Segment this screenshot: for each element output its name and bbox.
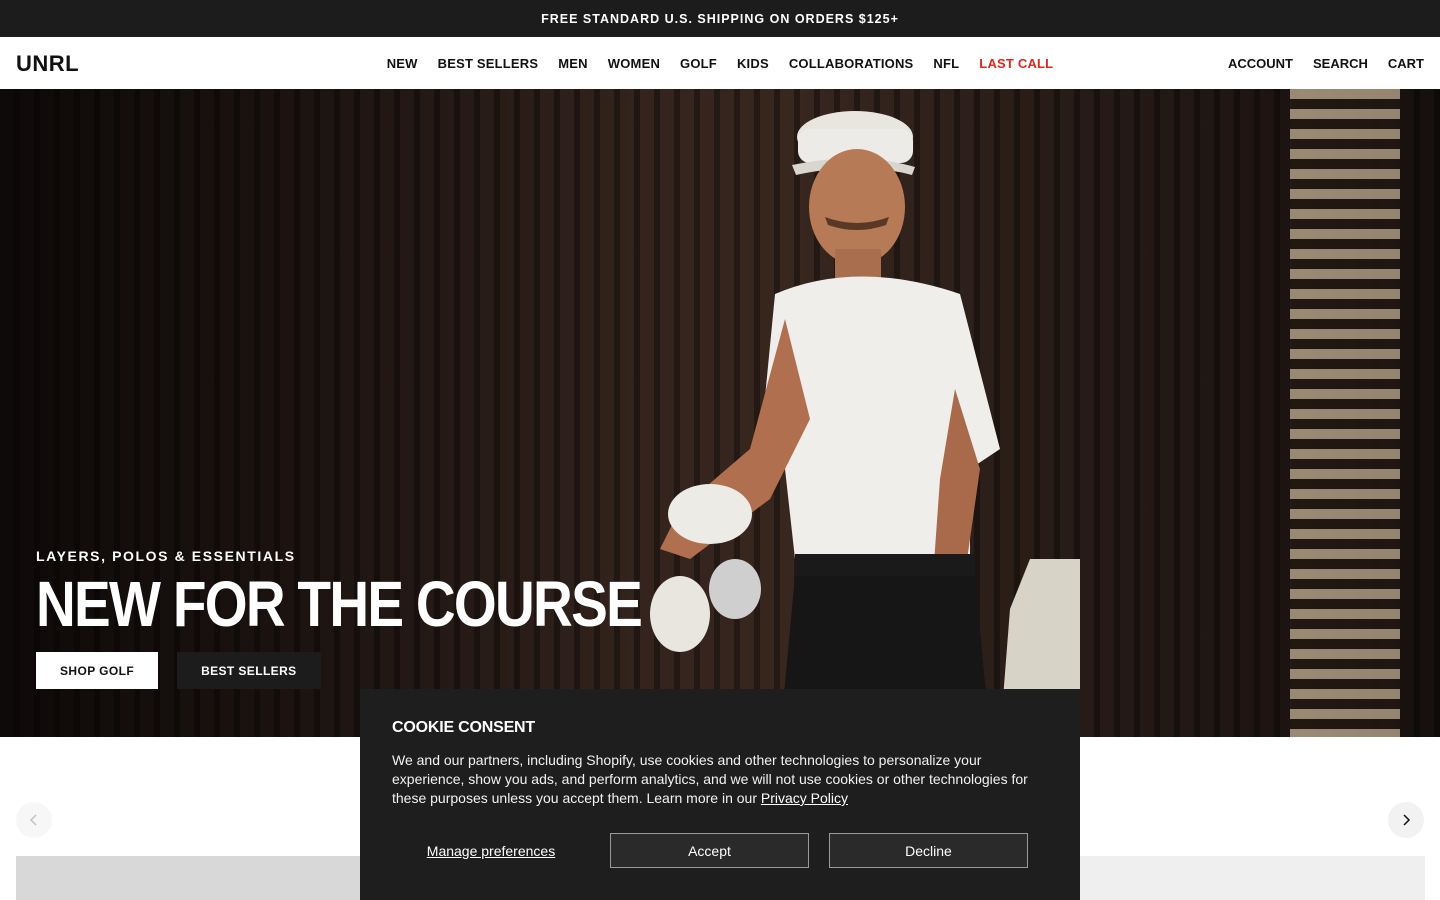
decline-button[interactable]: Decline: [829, 833, 1028, 868]
shop-golf-button[interactable]: SHOP GOLF: [36, 652, 159, 689]
search-link[interactable]: SEARCH: [1313, 56, 1368, 71]
chevron-left-icon: [29, 814, 37, 826]
nav-item-new[interactable]: NEW: [387, 56, 418, 71]
nav-item-nfl[interactable]: NFL: [933, 56, 959, 71]
hero-eyebrow: LAYERS, POLOS & ESSENTIALS: [36, 548, 296, 564]
privacy-policy-link[interactable]: Privacy Policy: [761, 790, 848, 806]
nav-item-golf[interactable]: GOLF: [680, 56, 717, 71]
cookie-consent-dialog: COOKIE CONSENT We and our partners, incl…: [360, 689, 1080, 900]
cookie-body: We and our partners, including Shopify, …: [392, 751, 1048, 808]
carousel-prev-button[interactable]: [16, 802, 52, 838]
cookie-title: COOKIE CONSENT: [392, 719, 535, 736]
nav-item-collaborations[interactable]: COLLABORATIONS: [789, 56, 914, 71]
hero-banner: LAYERS, POLOS & ESSENTIALS NEW FOR THE C…: [0, 89, 1440, 737]
manage-preferences-link[interactable]: Manage preferences: [392, 843, 590, 859]
chevron-right-icon: [1403, 814, 1411, 826]
cookie-body-text: We and our partners, including Shopify, …: [392, 752, 1028, 806]
nav-item-kids[interactable]: KIDS: [737, 56, 769, 71]
product-tile-right[interactable]: [1070, 856, 1425, 900]
utility-nav: ACCOUNT SEARCH CART: [1228, 56, 1424, 71]
nav-item-best-sellers[interactable]: BEST SELLERS: [438, 56, 539, 71]
announcement-bar: FREE STANDARD U.S. SHIPPING ON ORDERS $1…: [0, 0, 1440, 37]
nav-item-men[interactable]: MEN: [558, 56, 588, 71]
hero-headline: NEW FOR THE COURSE: [36, 568, 643, 640]
hero-copy: LAYERS, POLOS & ESSENTIALS NEW FOR THE C…: [36, 548, 740, 689]
product-tile-left[interactable]: [16, 856, 376, 900]
unrl-logo: UNRL: [16, 52, 79, 74]
site-header: UNRL NEW BEST SELLERS MEN WOMEN GOLF KID…: [0, 37, 1440, 89]
nav-item-women[interactable]: WOMEN: [608, 56, 660, 71]
accept-button[interactable]: Accept: [610, 833, 809, 868]
account-link[interactable]: ACCOUNT: [1228, 56, 1293, 71]
logo-link[interactable]: UNRL: [16, 52, 98, 74]
best-sellers-button[interactable]: BEST SELLERS: [177, 652, 321, 689]
nav-item-last-call[interactable]: LAST CALL: [979, 56, 1053, 71]
cart-link[interactable]: CART: [1388, 56, 1424, 71]
cookie-actions: Manage preferences Accept Decline: [392, 833, 1048, 868]
hero-cta-row: SHOP GOLF BEST SELLERS: [36, 652, 740, 689]
announcement-text: FREE STANDARD U.S. SHIPPING ON ORDERS $1…: [541, 11, 899, 26]
main-nav: NEW BEST SELLERS MEN WOMEN GOLF KIDS COL…: [0, 37, 1440, 89]
carousel-next-button[interactable]: [1388, 802, 1424, 838]
svg-text:UNRL: UNRL: [16, 52, 79, 74]
